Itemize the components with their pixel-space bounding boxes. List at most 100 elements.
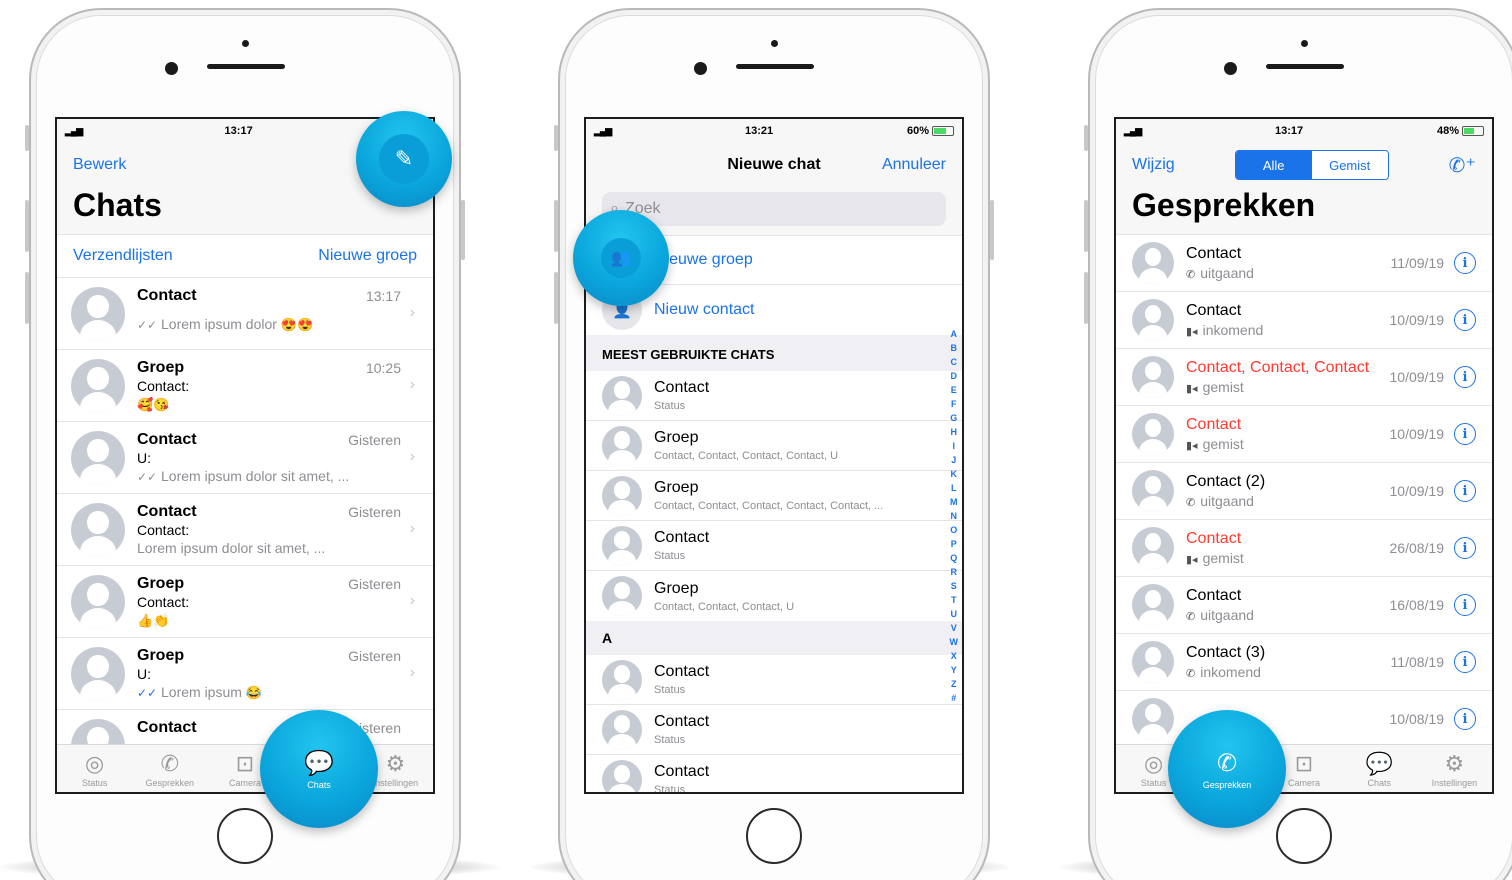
alphabet-letter[interactable]: X <box>950 649 959 663</box>
search-input[interactable]: ⌕ Zoek <box>602 192 946 226</box>
status-icon: ◎ <box>85 751 105 776</box>
alphabet-letter[interactable]: T <box>950 593 959 607</box>
cancel-button[interactable]: Annuleer <box>882 156 946 174</box>
tab-chats[interactable]: 💬Chats <box>1342 745 1417 792</box>
alphabet-letter[interactable]: I <box>950 439 959 453</box>
alphabet-letter[interactable]: B <box>950 341 959 355</box>
alphabet-letter[interactable]: E <box>950 383 959 397</box>
chat-row[interactable]: Groep U: ✓✓ Lorem ipsum 😂 Gisteren › <box>57 638 433 710</box>
info-icon[interactable]: i <box>1454 594 1476 616</box>
alphabet-letter[interactable]: D <box>950 369 959 383</box>
camera-icon: ⊡ <box>235 751 255 776</box>
alphabet-letter[interactable]: L <box>950 481 959 495</box>
alphabet-letter[interactable]: R <box>950 565 959 579</box>
info-icon[interactable]: i <box>1454 423 1476 445</box>
info-icon[interactable]: i <box>1454 252 1476 274</box>
tab-calls[interactable]: ✆Gesprekken <box>132 745 207 792</box>
double-check-icon: ✓✓ <box>137 686 158 700</box>
call-row[interactable]: Contact, Contact, Contact ▮◂ gemist 10/09/1… <box>1116 349 1492 406</box>
call-row[interactable]: 10/08/19 i <box>1116 691 1492 748</box>
alphabet-letter[interactable]: W <box>950 635 959 649</box>
call-row[interactable]: Contact ▮◂ gemist 10/09/19 i <box>1116 406 1492 463</box>
alphabet-letter[interactable]: Z <box>950 677 959 691</box>
alphabet-letter[interactable]: M <box>950 495 959 509</box>
chat-row[interactable]: Groep Contact: 👍👏 Gisteren › <box>57 566 433 638</box>
call-row[interactable]: Contact (2) ✆ uitgaand 10/09/19 i <box>1116 463 1492 520</box>
alphabet-index[interactable]: A B C D E F G H I J K L M N O P Q R S T U V W X Y Z # <box>950 327 959 705</box>
list-item[interactable]: Contact Status <box>586 521 962 571</box>
chat-emoji: 👍👏 <box>137 613 170 628</box>
alphabet-letter[interactable]: Y <box>950 663 959 677</box>
edit-button[interactable]: Wijzig <box>1132 156 1175 174</box>
alphabet-letter[interactable]: F <box>950 397 959 411</box>
alphabet-letter[interactable]: # <box>950 691 959 705</box>
avatar <box>71 431 125 485</box>
calls-tab-label: Gesprekken <box>1202 779 1252 790</box>
status-time: 13:17 <box>224 125 253 137</box>
list-item[interactable]: Contact Status <box>586 705 962 755</box>
call-row[interactable]: Contact ✆ uitgaand 11/09/19 i <box>1116 235 1492 292</box>
alphabet-letter[interactable]: O <box>950 523 959 537</box>
call-type: inkomend <box>1202 322 1264 338</box>
new-group-link[interactable]: Nieuwe groep <box>318 247 417 265</box>
list-item[interactable]: Groep Contact, Contact, Contact, Contact,… <box>586 471 962 521</box>
tab-settings[interactable]: ⚙ Instellingen <box>1417 745 1492 792</box>
edit-button[interactable]: Bewerk <box>73 156 126 174</box>
alphabet-letter[interactable]: Q <box>950 551 959 565</box>
home-button[interactable] <box>746 808 802 864</box>
call-date: 26/08/19 <box>1389 540 1445 556</box>
filter-missed-button[interactable]: Gemist <box>1311 151 1388 179</box>
info-icon[interactable]: i <box>1454 309 1476 331</box>
chat-row[interactable]: Contact ✓✓ Lorem ipsum dolor 😍😍 13:17 › <box>57 278 433 350</box>
list-item[interactable]: Groep Contact, Contact, Contact, U <box>586 571 962 621</box>
alphabet-letter[interactable]: K <box>950 467 959 481</box>
list-item[interactable]: Contact Status <box>586 655 962 705</box>
chat-row[interactable]: Groep Contact: 🥰😘 10:25 › <box>57 350 433 422</box>
info-icon[interactable]: i <box>1454 708 1476 730</box>
info-icon[interactable]: i <box>1454 480 1476 502</box>
alphabet-letter[interactable]: C <box>950 355 959 369</box>
home-button[interactable] <box>1276 808 1332 864</box>
chats-tab-highlight[interactable]: 💬 Chats <box>260 710 378 828</box>
list-item[interactable]: Groep Contact, Contact, Contact, Contact,… <box>586 421 962 471</box>
alphabet-letter[interactable]: V <box>950 621 959 635</box>
call-name: Contact (3) <box>1186 644 1266 661</box>
info-icon[interactable]: i <box>1454 651 1476 673</box>
broadcast-lists-link[interactable]: Verzendlijsten <box>73 247 173 265</box>
call-date: 11/08/19 <box>1390 654 1444 670</box>
chat-row[interactable]: Contact U: ✓✓ Lorem ipsum dolor sit amet… <box>57 422 433 494</box>
avatar <box>1132 641 1174 683</box>
chat-time: Gisteren <box>348 432 401 448</box>
alphabet-letter[interactable]: G <box>950 411 959 425</box>
info-icon[interactable]: i <box>1454 537 1476 559</box>
new-call-icon[interactable]: ✆⁺ <box>1449 153 1476 178</box>
list-item[interactable]: Contact Status <box>586 371 962 421</box>
call-row[interactable]: Contact ✆ uitgaand 16/08/19 i <box>1116 577 1492 634</box>
battery-icon <box>932 126 954 136</box>
alphabet-letter[interactable]: J <box>950 453 959 467</box>
filter-all-button[interactable]: Alle <box>1235 151 1312 179</box>
alphabet-letter[interactable]: A <box>950 327 959 341</box>
chat-row[interactable]: Contact Contact: Lorem ipsum dolor sit a… <box>57 494 433 566</box>
avatar <box>1132 356 1174 398</box>
home-button[interactable] <box>217 808 273 864</box>
alphabet-letter[interactable]: S <box>950 579 959 593</box>
call-row[interactable]: Contact (3) ✆ inkomend 11/08/19 i <box>1116 634 1492 691</box>
list-item[interactable]: Contact Status <box>586 755 962 792</box>
alphabet-letter[interactable]: P <box>950 537 959 551</box>
tab-status[interactable]: ◎ Status <box>57 745 132 792</box>
alphabet-letter[interactable]: U <box>950 607 959 621</box>
call-row[interactable]: Contact ▮◂ gemist 26/08/19 i <box>1116 520 1492 577</box>
battery-icon <box>1462 126 1484 136</box>
double-check-icon: ✓✓ <box>137 318 158 332</box>
call-date: 10/08/19 <box>1389 711 1445 727</box>
call-row[interactable]: Contact ▮◂ inkomend 10/09/19 i <box>1116 292 1492 349</box>
info-icon[interactable]: i <box>1454 366 1476 388</box>
call-type-icon: ▮◂ <box>1186 326 1198 338</box>
group-icon: 👥 <box>601 238 641 278</box>
calls-tab-highlight[interactable]: ✆ Gesprekken <box>1168 710 1286 828</box>
alphabet-letter[interactable]: N <box>950 509 959 523</box>
new-group-highlight[interactable]: 👥 <box>573 210 669 306</box>
alphabet-letter[interactable]: H <box>950 425 959 439</box>
compose-highlight[interactable]: ✎ <box>356 111 452 207</box>
